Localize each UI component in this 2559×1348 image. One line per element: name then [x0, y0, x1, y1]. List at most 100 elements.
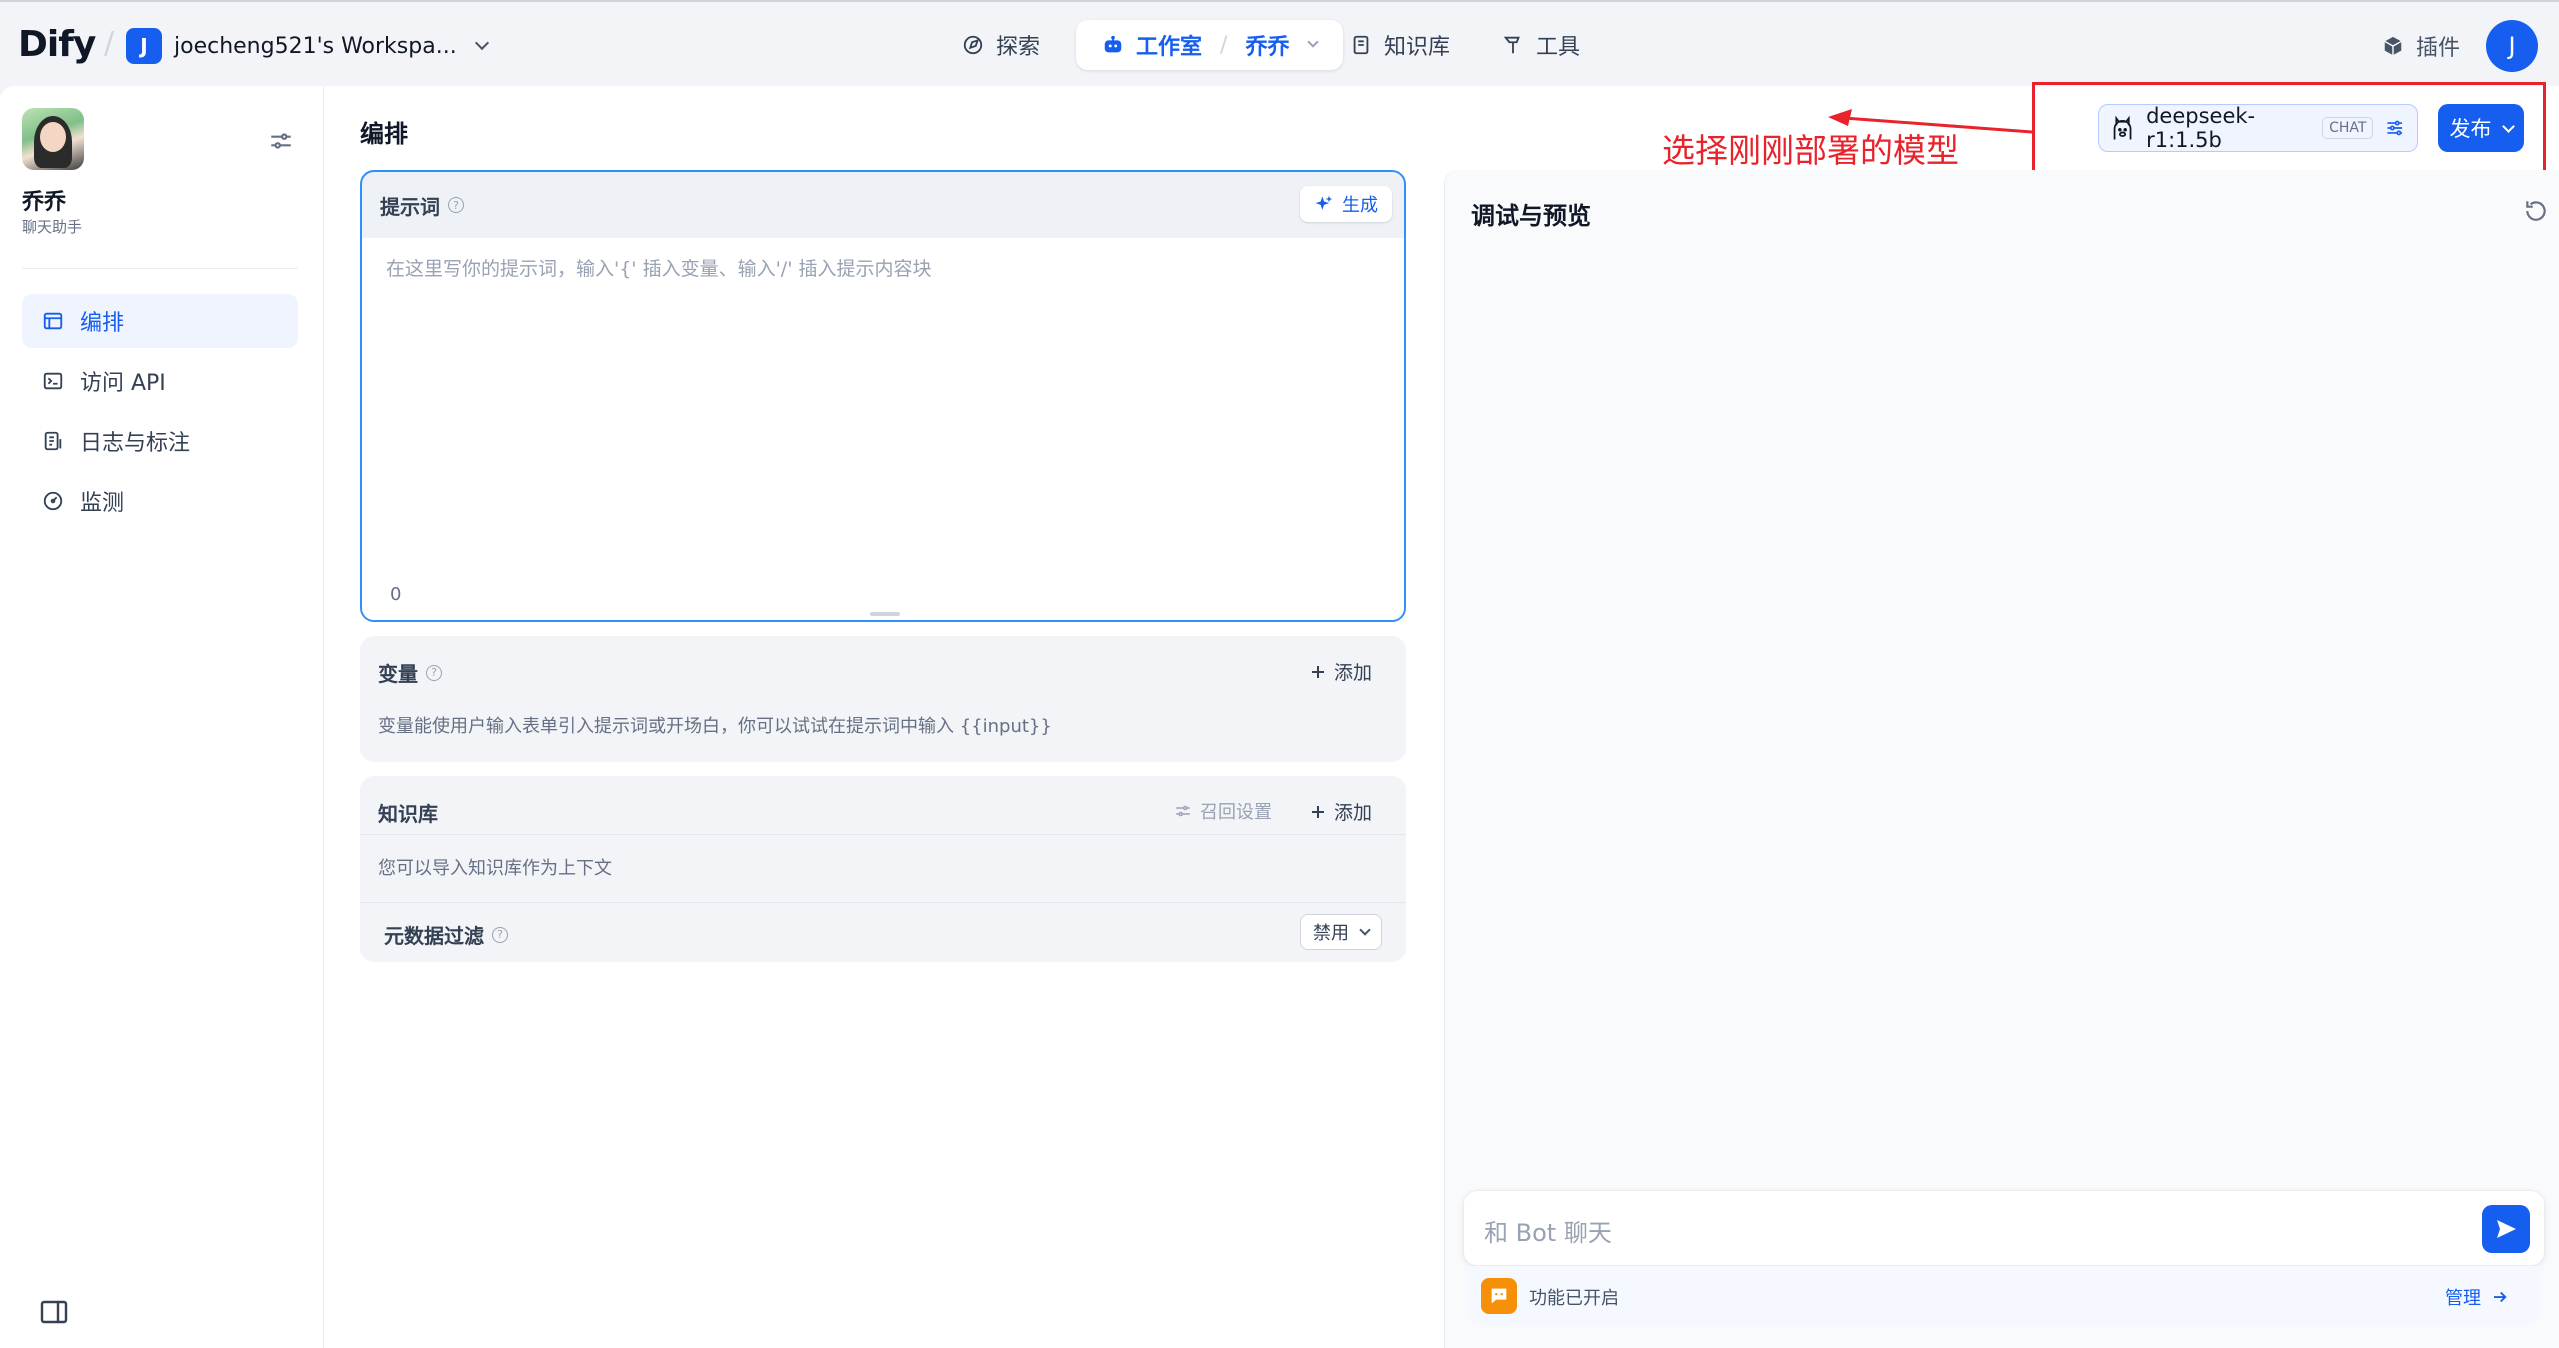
add-knowledge-button[interactable]: 添加 — [1310, 798, 1372, 825]
chevron-down-icon — [2501, 119, 2515, 133]
model-selector[interactable]: deepseek-r1:1.5b CHAT — [2098, 104, 2418, 152]
model-mode-badge: CHAT — [2322, 117, 2374, 139]
sidebar-item-monitor[interactable]: 监测 — [22, 474, 298, 528]
sidebar-divider — [22, 268, 298, 269]
plus-icon — [1311, 665, 1324, 678]
terminal-icon — [43, 372, 63, 390]
recall-settings-button[interactable]: 召回设置 — [1174, 798, 1272, 824]
metadata-filter-title: 元数据过滤 — [384, 924, 484, 948]
help-icon[interactable]: ? — [492, 926, 508, 943]
nav-explore[interactable]: 探索 — [962, 20, 1040, 70]
nav-studio-label: 工作室 — [1136, 35, 1203, 60]
sidebar-item-orchestrate[interactable]: 编排 — [22, 294, 298, 348]
prompt-header: 提示词 ? — [362, 172, 1404, 238]
book-icon — [1353, 35, 1369, 55]
send-button[interactable] — [2482, 1205, 2530, 1253]
layout-icon — [43, 312, 63, 330]
nav-studio[interactable]: 工作室 / 乔乔 — [1076, 20, 1344, 70]
sidebar-item-logs[interactable]: 日志与标注 — [22, 414, 298, 468]
sidebar-item-label: 监测 — [80, 491, 125, 516]
breadcrumb-separator: / — [104, 26, 115, 61]
prompt-title: 提示词 — [380, 194, 440, 219]
nav-explore-label: 探索 — [996, 35, 1041, 60]
nav-separator: / — [1220, 32, 1228, 58]
nav-tools[interactable]: 工具 — [1502, 20, 1580, 70]
add-variable-button[interactable]: 添加 — [1310, 658, 1372, 685]
debug-preview-panel: 调试与预览 和 Bot 聊天 功能已开启 管理 — [1444, 170, 2559, 1348]
publish-button[interactable]: 发布 — [2438, 104, 2524, 152]
debug-title: 调试与预览 — [1471, 202, 1591, 230]
app-type: 聊天助手 — [22, 218, 83, 236]
gauge-icon — [43, 491, 63, 511]
nav-knowledge-label: 知识库 — [1384, 35, 1451, 60]
annotation-arrow — [1828, 109, 2033, 134]
plugins-button[interactable]: 插件 — [2382, 30, 2460, 62]
page-title: 编排 — [360, 120, 408, 148]
app-name: 乔乔 — [22, 190, 67, 215]
ollama-llama-icon — [2113, 115, 2132, 140]
workspace-switcher[interactable]: J joecheng521's Workspa... — [126, 28, 489, 64]
resize-handle[interactable] — [870, 612, 900, 616]
hammer-icon — [1503, 36, 1520, 54]
chat-bubble-icon — [1481, 1278, 1517, 1314]
app-avatar — [22, 108, 84, 170]
model-params-icon[interactable] — [2385, 117, 2405, 139]
sidebar-menu: 编排 访问 API 日志与标注 监测 — [22, 294, 298, 534]
sidebar-collapse-icon[interactable] — [40, 1300, 68, 1324]
feature-status-text: 功能已开启 — [1529, 1288, 1619, 1309]
variables-title: 变量 — [378, 662, 418, 686]
variables-header: 变量 ? — [378, 658, 442, 687]
generate-label: 生成 — [1342, 195, 1378, 216]
divider — [360, 902, 1406, 903]
main-panel: 编排 选择刚刚部署的模型 deepseek-r1:1.5b CHAT 发布 提示… — [324, 82, 2559, 1348]
sidebar-item-api[interactable]: 访问 API — [22, 354, 298, 408]
user-avatar[interactable]: J — [2486, 20, 2538, 72]
sidebar-item-label: 访问 API — [80, 371, 166, 396]
metadata-filter-value: 禁用 — [1313, 923, 1349, 944]
nav-tools-label: 工具 — [1536, 35, 1581, 60]
prompt-textarea[interactable]: 在这里写你的提示词，输入'{' 插入变量、输入'/' 插入提示内容块 0 — [362, 238, 1404, 620]
refresh-icon[interactable] — [2523, 198, 2549, 224]
logo-text: Dify — [18, 24, 96, 65]
settings-sliders-icon — [1176, 805, 1190, 817]
generate-prompt-button[interactable]: 生成 — [1300, 186, 1392, 222]
variables-card: 变量 ? 添加 变量能使用户输入表单引入提示词或开场白，你可以试试在提示词中输入… — [360, 636, 1406, 762]
knowledge-title: 知识库 — [378, 802, 438, 826]
sparkle-icon — [1315, 195, 1333, 210]
compass-icon — [963, 35, 983, 55]
divider — [360, 834, 1406, 835]
manage-label: 管理 — [2445, 1288, 2481, 1309]
current-app-label[interactable]: 乔乔 — [1245, 29, 1289, 61]
feature-bar: 功能已开启 管理 — [1467, 1266, 2541, 1326]
chat-placeholder: 和 Bot 聊天 — [1484, 1219, 1612, 1247]
cube-icon — [2384, 36, 2402, 56]
chevron-down-icon — [474, 35, 489, 51]
sidebar-item-label: 编排 — [80, 311, 125, 336]
plus-icon — [1311, 805, 1324, 818]
chat-input[interactable]: 和 Bot 聊天 — [1463, 1190, 2545, 1266]
prompt-placeholder: 在这里写你的提示词，输入'{' 插入变量、输入'/' 插入提示内容块 — [386, 258, 932, 280]
workspace-name: joecheng521's Workspa... — [174, 33, 457, 59]
avatar-face — [40, 122, 66, 152]
dify-logo[interactable]: Dify — [18, 24, 96, 65]
chevron-down-icon — [1359, 924, 1371, 936]
knowledge-header: 知识库 — [378, 798, 438, 827]
manage-features-link[interactable]: 管理 — [2445, 1284, 2509, 1310]
help-icon[interactable]: ? — [426, 664, 442, 681]
metadata-filter-label: 元数据过滤 ? — [384, 920, 508, 949]
nav-knowledge[interactable]: 知识库 — [1350, 20, 1450, 70]
sidebar-item-label: 日志与标注 — [80, 431, 191, 456]
add-label: 添加 — [1333, 662, 1372, 684]
metadata-filter-select[interactable]: 禁用 — [1300, 914, 1382, 950]
knowledge-description: 您可以导入知识库作为上下文 — [378, 858, 612, 879]
prompt-char-count: 0 — [390, 584, 402, 605]
plugins-label: 插件 — [2416, 36, 2461, 61]
help-icon[interactable]: ? — [448, 197, 464, 213]
workspace-avatar: J — [126, 28, 162, 64]
prompt-editor-card: 提示词 ? 生成 在这里写你的提示词，输入'{' 插入变量、输入'/' 插入提示… — [360, 170, 1406, 622]
app-sidebar: 乔乔 聊天助手 编排 访问 API 日志与标注 监测 — [0, 86, 324, 1348]
robot-icon — [1104, 35, 1122, 53]
settings-sliders-icon[interactable] — [268, 128, 294, 154]
knowledge-card: 知识库 召回设置 添加 您可以导入知识库作为上下文 元数据过滤 ? 禁用 — [360, 776, 1406, 962]
chevron-down-icon — [1307, 36, 1320, 48]
